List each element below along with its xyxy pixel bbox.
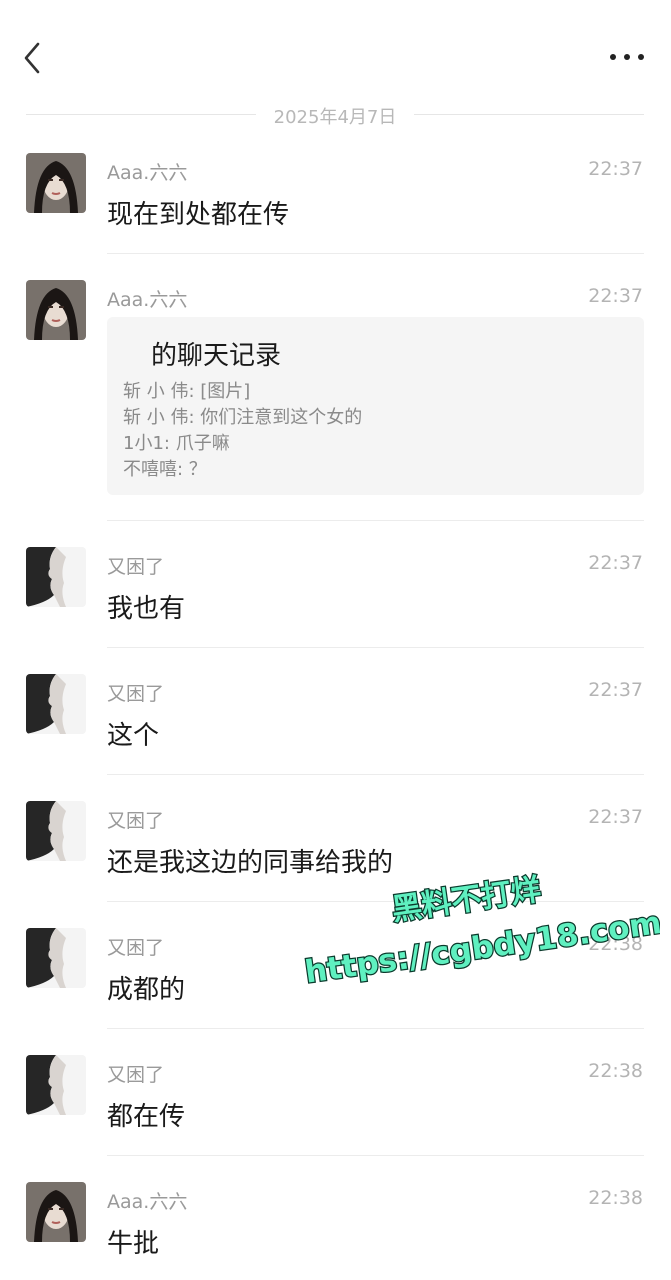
sender-name: 又困了 [107, 810, 165, 832]
avatar[interactable] [26, 674, 86, 734]
message-text: 牛批 [107, 1229, 160, 1259]
message-text: 成都的 [107, 975, 186, 1005]
message-separator [107, 1155, 644, 1156]
female-portrait-icon [26, 1182, 86, 1242]
message-text: 这个 [107, 721, 160, 751]
profile-silhouette-icon [26, 1055, 86, 1115]
chat-record-title: 的聊天记录 [151, 341, 282, 371]
divider-line-right [414, 114, 644, 115]
message-text: 现在到处都在传 [107, 200, 290, 230]
sender-name: 又困了 [107, 937, 165, 959]
message-time: 22:38 [588, 1187, 643, 1209]
watermark: 黑料不打烊 https://cgbdy18.com [301, 871, 660, 990]
profile-silhouette-icon [26, 674, 86, 734]
message-separator [107, 520, 644, 521]
message-time: 22:37 [588, 679, 643, 701]
female-portrait-icon [26, 280, 86, 340]
avatar[interactable] [26, 1055, 86, 1115]
message-time: 22:37 [588, 806, 643, 828]
chat-record-card[interactable]: 的聊天记录 斩 小 伟: [图片] 斩 小 伟: 你们注意到这个女的 1小1: … [107, 317, 644, 495]
sender-name: Aaa.六六 [107, 1191, 188, 1213]
message-separator [107, 253, 644, 254]
chat-record-line: 1小1: 爪子嘛 [123, 433, 230, 454]
more-button[interactable] [607, 44, 647, 70]
profile-silhouette-icon [26, 801, 86, 861]
profile-silhouette-icon [26, 547, 86, 607]
avatar[interactable] [26, 280, 86, 340]
message-time: 22:38 [588, 1060, 643, 1082]
message-text: 我也有 [107, 594, 186, 624]
message-separator [107, 647, 644, 648]
message-time: 22:37 [588, 285, 643, 307]
sender-name: 又困了 [107, 1064, 165, 1086]
sender-name: 又困了 [107, 683, 165, 705]
female-portrait-icon [26, 153, 86, 213]
message-text: 都在传 [107, 1102, 186, 1132]
sender-name: Aaa.六六 [107, 162, 188, 184]
ellipsis-icon [610, 54, 644, 60]
avatar[interactable] [26, 1182, 86, 1242]
date-divider: 2025年4月7日 [26, 100, 644, 128]
message-time: 22:38 [588, 933, 643, 955]
chat-record-line: 不嘻嘻: ？ [123, 459, 207, 480]
back-button[interactable] [18, 38, 52, 78]
chevron-left-icon [24, 42, 40, 74]
top-bar [0, 0, 671, 100]
sender-name: 又困了 [107, 556, 165, 578]
chat-record-line: 斩 小 伟: [图片] [123, 381, 251, 402]
profile-silhouette-icon [26, 928, 86, 988]
message-time: 22:37 [588, 552, 643, 574]
sender-name: Aaa.六六 [107, 289, 188, 311]
chat-record-line: 斩 小 伟: 你们注意到这个女的 [123, 407, 363, 428]
avatar[interactable] [26, 547, 86, 607]
message-separator [107, 901, 644, 902]
date-label: 2025年4月7日 [273, 107, 397, 128]
avatar[interactable] [26, 153, 86, 213]
avatar[interactable] [26, 801, 86, 861]
avatar[interactable] [26, 928, 86, 988]
message-separator [107, 1028, 644, 1029]
message-time: 22:37 [588, 158, 643, 180]
message-separator [107, 774, 644, 775]
message-text: 还是我这边的同事给我的 [107, 848, 394, 878]
